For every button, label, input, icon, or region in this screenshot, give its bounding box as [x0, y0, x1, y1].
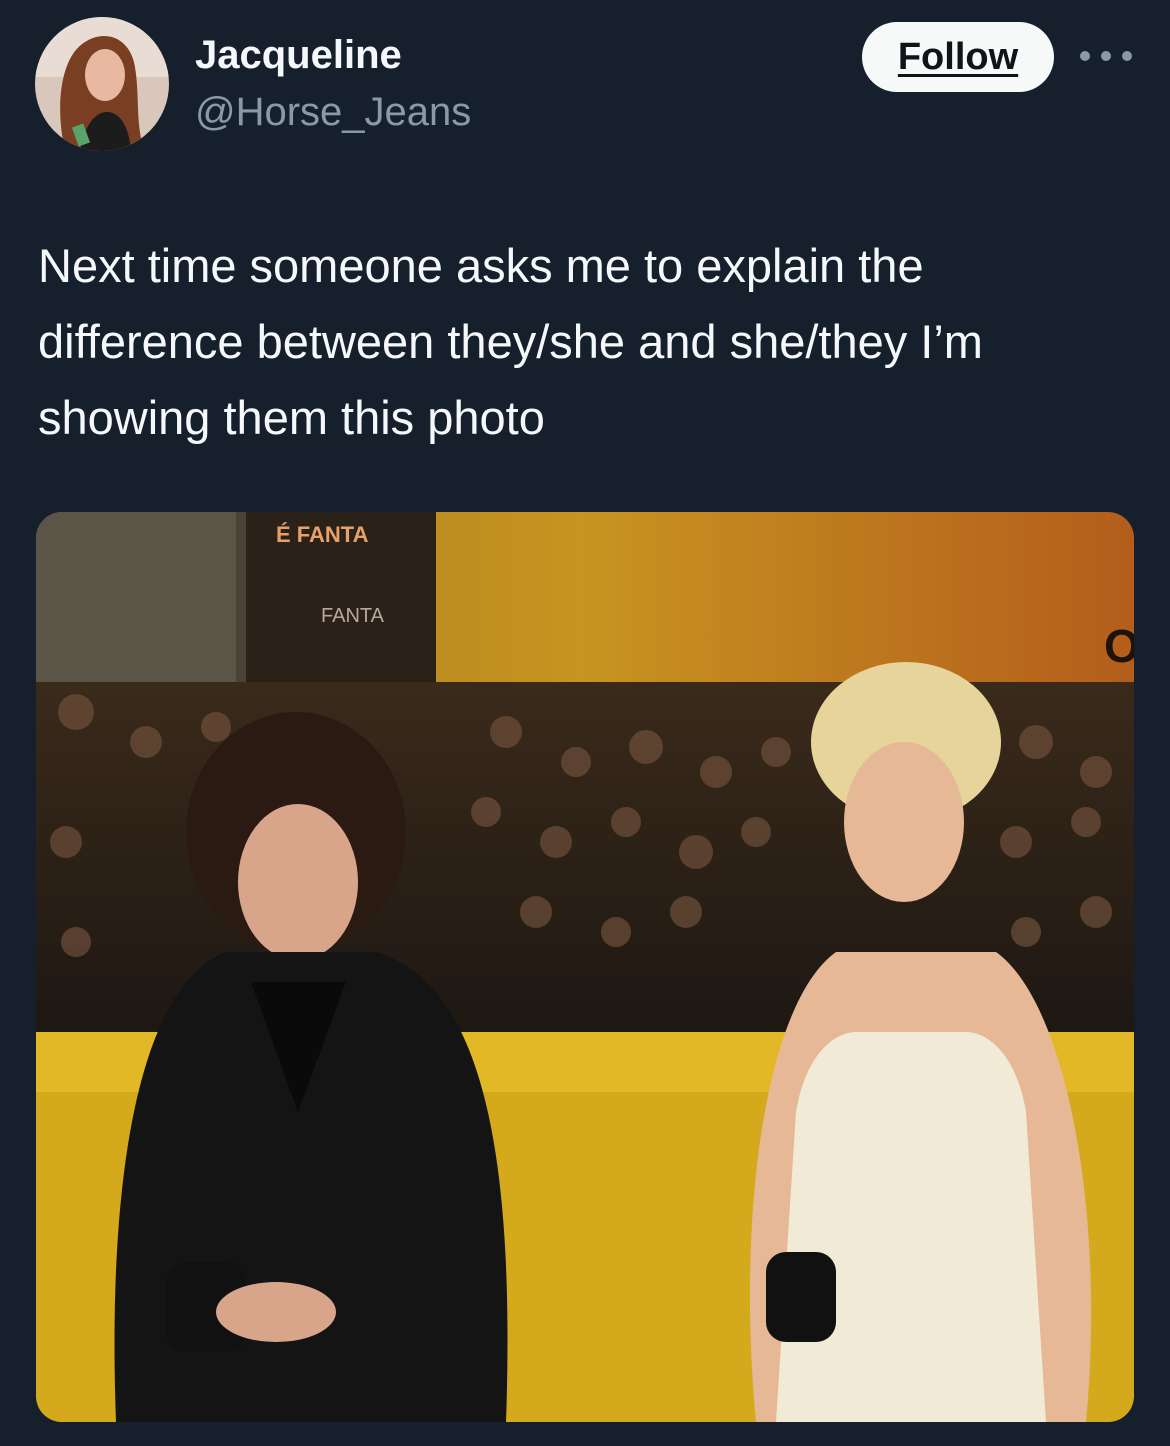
- follow-button[interactable]: Follow: [862, 22, 1054, 92]
- tweet-text: Next time someone asks me to explain the…: [38, 239, 983, 444]
- profile-photo: [35, 17, 169, 151]
- photo-illustration: É FANTA FANTA O: [36, 512, 1134, 1422]
- dot: [1122, 51, 1132, 61]
- user-handle[interactable]: @Horse_Jeans: [195, 90, 471, 135]
- wall-letter: O: [1104, 620, 1134, 672]
- tweet-photo[interactable]: É FANTA FANTA O: [36, 512, 1134, 1422]
- ellipsis-icon[interactable]: [1080, 45, 1132, 67]
- sign-text-top: É FANTA: [276, 522, 369, 547]
- avatar[interactable]: [35, 17, 169, 151]
- dot: [1101, 51, 1111, 61]
- display-name[interactable]: Jacqueline: [195, 33, 402, 78]
- sign-text-logo: FANTA: [321, 605, 385, 627]
- dot: [1080, 51, 1090, 61]
